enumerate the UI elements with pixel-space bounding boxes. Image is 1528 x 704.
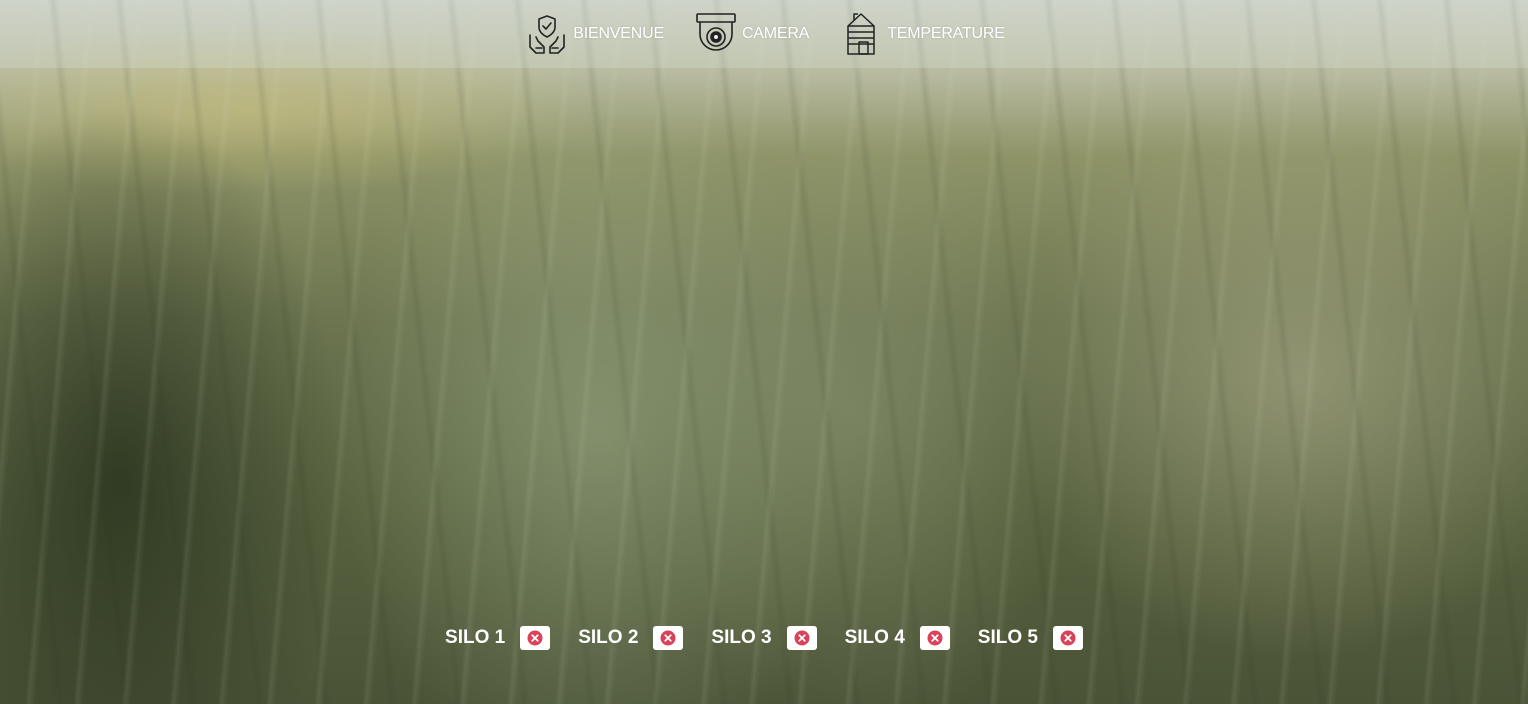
silo-item-4[interactable]: SILO 4 [845,626,950,650]
silo-label: SILO 2 [578,627,639,648]
silo-item-5[interactable]: SILO 5 [978,626,1083,650]
silo-status-badge [520,626,551,650]
error-x-icon [927,630,943,646]
nav-item-temperature[interactable]: TEMPERATURE [839,12,1005,56]
silo-status-badge [653,626,684,650]
silo-status-badge [919,626,950,650]
silo-label: SILO 4 [844,627,905,648]
silo-item-2[interactable]: SILO 2 [578,626,684,650]
error-x-icon [527,630,543,646]
silo-item-3[interactable]: SILO 3 [711,626,817,650]
error-x-icon [1060,630,1076,646]
silo-label: SILO 1 [445,627,506,648]
silo-label: SILO 5 [977,627,1038,648]
error-x-icon [794,630,810,646]
silo-status-bar: SILO 1 SILO 2 SILO 3 SILO 4 SILO 5 [0,626,1528,650]
silo-label: SILO 3 [711,627,772,648]
silo-item-1[interactable]: SILO 1 [445,626,551,650]
security-camera-icon [694,12,738,56]
nav-item-bienvenue[interactable]: BIENVENUE [525,12,664,56]
nav-item-camera[interactable]: CAMERA [694,12,809,56]
nav-label-camera: CAMERA [741,25,810,42]
top-navbar: BIENVENUE CAMERA TEMPERATURE [0,0,1528,68]
silo-icon [839,12,883,56]
silo-status-badge [786,626,817,650]
silo-status-badge [1052,626,1083,650]
hands-shield-icon [525,12,569,56]
nav-label-temperature: TEMPERATURE [887,25,1005,42]
nav-label-bienvenue: BIENVENUE [573,25,664,42]
error-x-icon [660,630,676,646]
wheat-stalks-overlay [0,0,1528,704]
